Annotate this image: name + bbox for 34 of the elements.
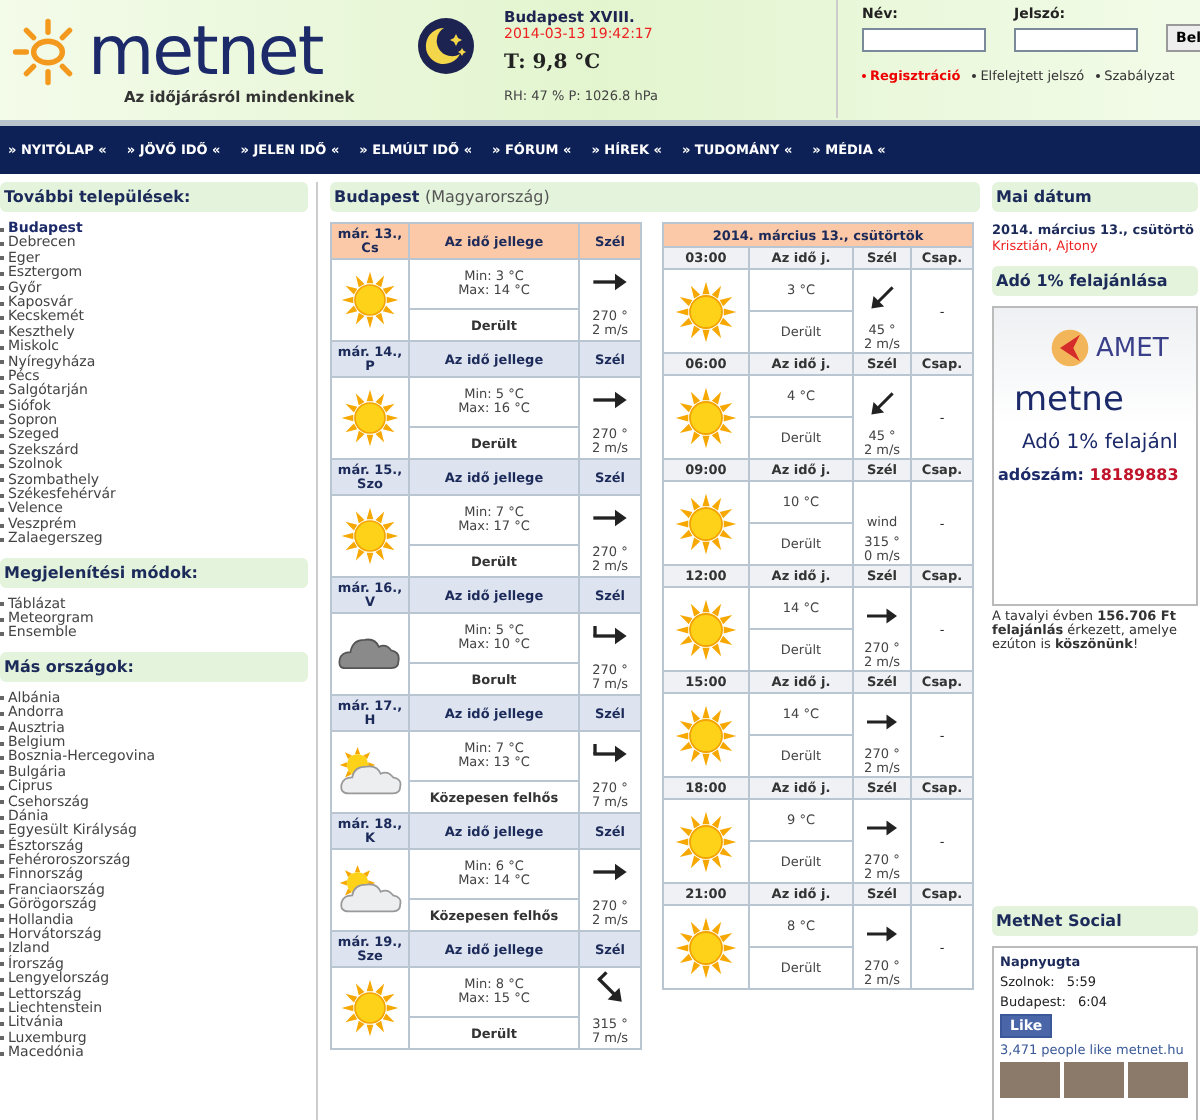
banner-logo: metne — [1014, 380, 1124, 420]
sun-icon — [340, 506, 400, 566]
logo-icon — [1050, 328, 1090, 368]
sun-icon — [674, 385, 738, 449]
section-heading: Megjelenítési módok: — [0, 557, 308, 588]
sun-icon — [674, 597, 738, 661]
location-heading: Budapest (Magyarország) — [330, 182, 980, 212]
current-temperature: T: 9,8 °C — [504, 52, 603, 74]
moon-icon — [416, 16, 476, 76]
sun-icon — [674, 703, 738, 767]
banner-headline: Adó 1% felajánl — [1022, 432, 1178, 454]
tax-donation-banner[interactable]: AMET metne Adó 1% felajánl adószám: 18189883 — [992, 306, 1198, 606]
password-input[interactable] — [1014, 28, 1138, 52]
section-heading: MetNet Social — [992, 906, 1198, 936]
section-heading: Adó 1% felajánlása — [992, 266, 1198, 296]
sun-icon — [674, 915, 738, 979]
sun-icon — [674, 809, 738, 873]
sun-icon — [340, 388, 400, 448]
section-heading: Mai dátum — [992, 182, 1198, 212]
banner-brand: AMET — [1096, 333, 1169, 363]
section-heading: További települések: — [0, 182, 308, 212]
site-logo[interactable]: metnet — [88, 18, 323, 86]
sun-icon — [340, 978, 400, 1038]
photo-placeholder — [1000, 1062, 1060, 1098]
photo-placeholder — [1064, 1062, 1124, 1098]
tax-number: adószám: 18189883 — [998, 466, 1179, 484]
sun-icon — [674, 491, 738, 555]
sun-icon — [340, 270, 400, 330]
sun-icon — [674, 279, 738, 343]
sun-cloud-icon — [338, 746, 402, 798]
sun-cloud-icon — [338, 864, 402, 916]
photo-placeholder — [1128, 1062, 1188, 1098]
section-heading: Más országok: — [0, 651, 308, 682]
name-input[interactable] — [862, 28, 986, 52]
